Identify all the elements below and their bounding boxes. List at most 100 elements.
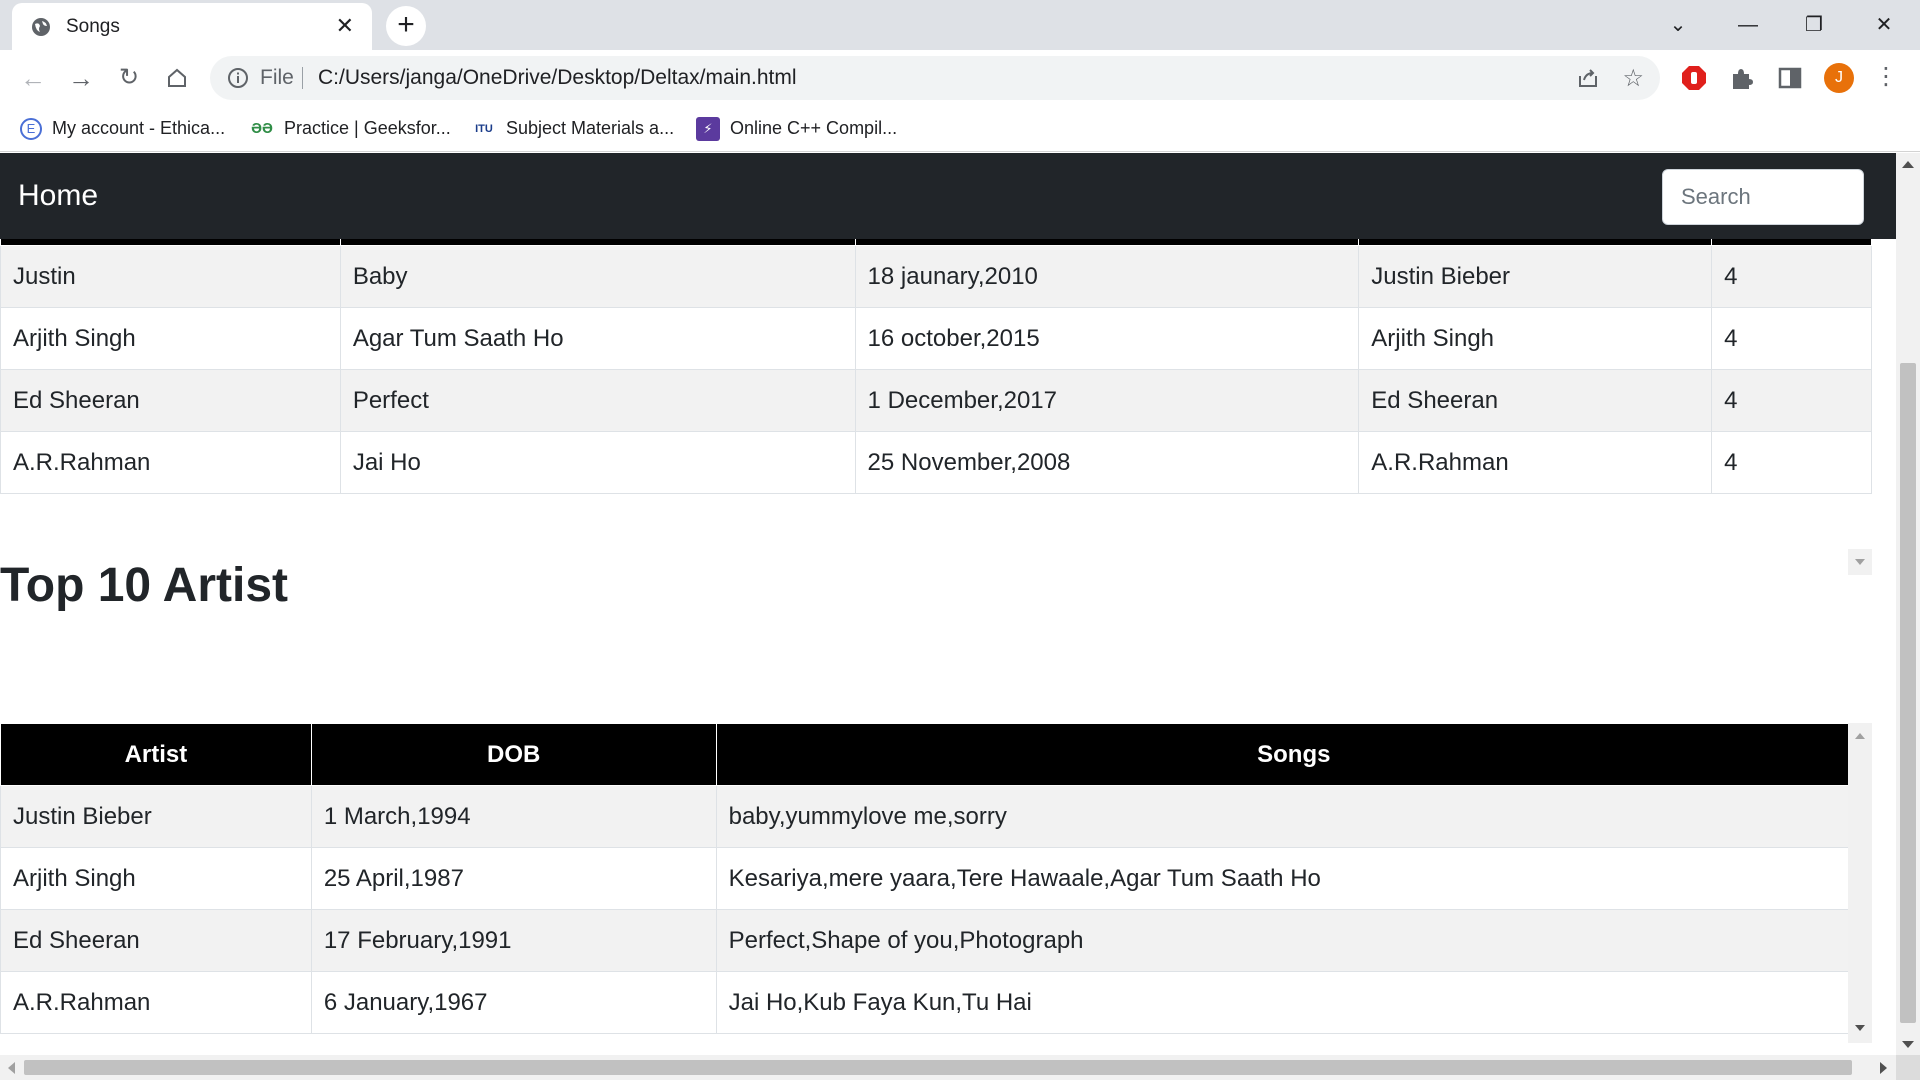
table-cell: 16 october,2015: [854, 307, 1360, 370]
table-cell: Ed Sheeran: [0, 369, 341, 432]
column-header-artist: Artist: [0, 723, 312, 786]
table-cell: A.R.Rahman: [0, 431, 341, 494]
table-cell: A.R.Rahman: [0, 971, 312, 1034]
table-cell: Kesariya,mere yaara,Tere Hawaale,Agar Tu…: [715, 847, 1872, 910]
table-row: A.R.Rahman 6 January,1967 Jai Ho,Kub Fay…: [0, 971, 1872, 1034]
table-cell: Jai Ho: [339, 431, 856, 494]
bookmark-label: My account - Ethica...: [52, 118, 226, 138]
section-heading: Top 10 Artist: [0, 559, 289, 612]
table-scrollbar[interactable]: [1848, 549, 1872, 575]
table-cell: Arjith Singh: [1358, 307, 1713, 370]
table-cell: Justin Bieber: [0, 785, 312, 848]
tab-search-icon[interactable]: ⌄: [1650, 8, 1706, 42]
bookmark-online-compiler[interactable]: ⚡ Online C++ Compil...: [696, 114, 897, 142]
songs-table: Justin Baby 18 jaunary,2010 Justin Biebe…: [0, 239, 1872, 494]
scroll-right-arrow-icon[interactable]: [1880, 1062, 1887, 1074]
table-cell: 18 jaunary,2010: [854, 245, 1360, 308]
info-icon[interactable]: [226, 66, 250, 90]
reload-icon[interactable]: ↻: [110, 59, 148, 97]
table-row: Arjith Singh 25 April,1987 Kesariya,mere…: [0, 847, 1872, 910]
scroll-up-arrow-icon[interactable]: [1902, 161, 1914, 168]
address-separator: [302, 67, 303, 89]
new-tab-button[interactable]: +: [386, 6, 426, 46]
artists-table-container[interactable]: Artist DOB Songs Justin Bieber 1 March,1…: [0, 723, 1872, 1043]
table-row: Justin Baby 18 jaunary,2010 Justin Biebe…: [0, 245, 1872, 308]
table-cell: Perfect,Shape of you,Photograph: [715, 909, 1872, 972]
table-row: Justin Bieber 1 March,1994 baby,yummylov…: [0, 785, 1872, 848]
scrollbar-thumb[interactable]: [1900, 363, 1916, 1023]
scroll-left-arrow-icon[interactable]: [8, 1062, 15, 1074]
bookmarks-bar: E My account - Ethica... ƏƏ Practice | Gee…: [0, 106, 1920, 152]
geeksforgeeks-icon: ƏƏ: [251, 120, 273, 138]
address-scheme: File: [260, 66, 294, 89]
table-row: Ed Sheeran 17 February,1991 Perfect,Shap…: [0, 909, 1872, 972]
bookmark-label: Subject Materials a...: [506, 118, 675, 138]
table-cell: A.R.Rahman: [1358, 431, 1713, 494]
browser-tab[interactable]: Songs ✕: [12, 3, 372, 50]
bookmark-star-icon[interactable]: ☆: [1622, 64, 1644, 93]
table-cell: 4: [1711, 245, 1872, 308]
scroll-down-arrow-icon[interactable]: [1855, 1025, 1865, 1031]
browser-menu-icon[interactable]: ⋮: [1874, 62, 1898, 91]
bookmark-ethica[interactable]: E My account - Ethica...: [20, 114, 225, 142]
compiler-icon: ⚡: [696, 117, 720, 142]
table-cell: Agar Tum Saath Ho: [339, 307, 856, 370]
ethica-icon: E: [20, 118, 42, 141]
table-cell: 25 November,2008: [854, 431, 1360, 494]
table-cell: 25 April,1987: [310, 847, 717, 910]
bookmark-label: Practice | Geeksfor...: [284, 118, 451, 138]
search-input[interactable]: [1662, 169, 1864, 225]
home-icon[interactable]: [158, 59, 196, 97]
back-arrow-icon[interactable]: ←: [14, 59, 52, 97]
adblock-extension-icon[interactable]: [1680, 64, 1708, 92]
scrollbar-corner: [1896, 1055, 1920, 1080]
bookmark-subject-materials[interactable]: ITU Subject Materials a...: [472, 114, 674, 142]
table-row: Ed Sheeran Perfect 1 December,2017 Ed Sh…: [0, 369, 1872, 432]
page-vertical-scrollbar[interactable]: [1896, 153, 1920, 1055]
bookmark-geeksforgeeks[interactable]: ƏƏ Practice | Geeksfor...: [250, 114, 451, 142]
table-cell: Perfect: [339, 369, 856, 432]
column-header-dob: DOB: [310, 723, 717, 786]
tab-close-icon[interactable]: ✕: [336, 14, 354, 38]
table-cell: 4: [1711, 307, 1872, 370]
minimize-button[interactable]: —: [1720, 8, 1776, 42]
table-cell: 1 December,2017: [854, 369, 1360, 432]
close-window-button[interactable]: ✕: [1856, 8, 1912, 42]
restore-button[interactable]: ❐: [1786, 8, 1842, 42]
table-cell: 4: [1711, 431, 1872, 494]
extensions-puzzle-icon[interactable]: [1728, 64, 1756, 92]
address-url[interactable]: C:/Users/janga/OneDrive/Desktop/Deltax/m…: [318, 66, 797, 90]
table-cell: Ed Sheeran: [0, 909, 312, 972]
scroll-up-arrow-icon[interactable]: [1855, 733, 1865, 739]
songs-table-container[interactable]: Justin Baby 18 jaunary,2010 Justin Biebe…: [0, 239, 1872, 575]
table-row: A.R.Rahman Jai Ho 25 November,2008 A.R.R…: [0, 431, 1872, 494]
artists-table: Artist DOB Songs Justin Bieber 1 March,1…: [0, 723, 1872, 1034]
table-cell: Arjith Singh: [0, 847, 312, 910]
tab-title: Songs: [66, 16, 120, 37]
scroll-down-arrow-icon[interactable]: [1855, 559, 1865, 565]
home-link[interactable]: Home: [18, 179, 98, 213]
forward-arrow-icon[interactable]: →: [62, 59, 100, 97]
tab-strip: Songs ✕ + ⌄ — ❐ ✕: [0, 0, 1920, 50]
table-cell: Arjith Singh: [0, 307, 341, 370]
side-panel-icon[interactable]: [1776, 64, 1804, 92]
table-cell: 1 March,1994: [310, 785, 717, 848]
top-navbar: Home: [0, 153, 1896, 239]
table-scrollbar[interactable]: [1848, 723, 1872, 1043]
table-cell: Justin Bieber: [1358, 245, 1713, 308]
scroll-down-arrow-icon[interactable]: [1902, 1041, 1914, 1048]
address-bar[interactable]: File C:/Users/janga/OneDrive/Desktop/Del…: [210, 56, 1660, 100]
table-cell: Ed Sheeran: [1358, 369, 1713, 432]
table-cell: Justin: [0, 245, 341, 308]
table-cell: Baby: [339, 245, 856, 308]
table-cell: 4: [1711, 369, 1872, 432]
share-icon[interactable]: [1576, 66, 1600, 90]
globe-icon: [32, 18, 50, 36]
scrollbar-thumb[interactable]: [24, 1060, 1852, 1075]
browser-toolbar: ← → ↻ File C:/Users/janga/OneDrive/Deskt…: [0, 50, 1920, 106]
profile-avatar[interactable]: J: [1824, 63, 1854, 93]
page-viewport: Home Justin Baby 18 jaunary,2010: [0, 153, 1896, 1055]
page-horizontal-scrollbar[interactable]: [0, 1055, 1896, 1080]
column-header-songs: Songs: [715, 723, 1872, 786]
table-cell: 6 January,1967: [310, 971, 717, 1034]
